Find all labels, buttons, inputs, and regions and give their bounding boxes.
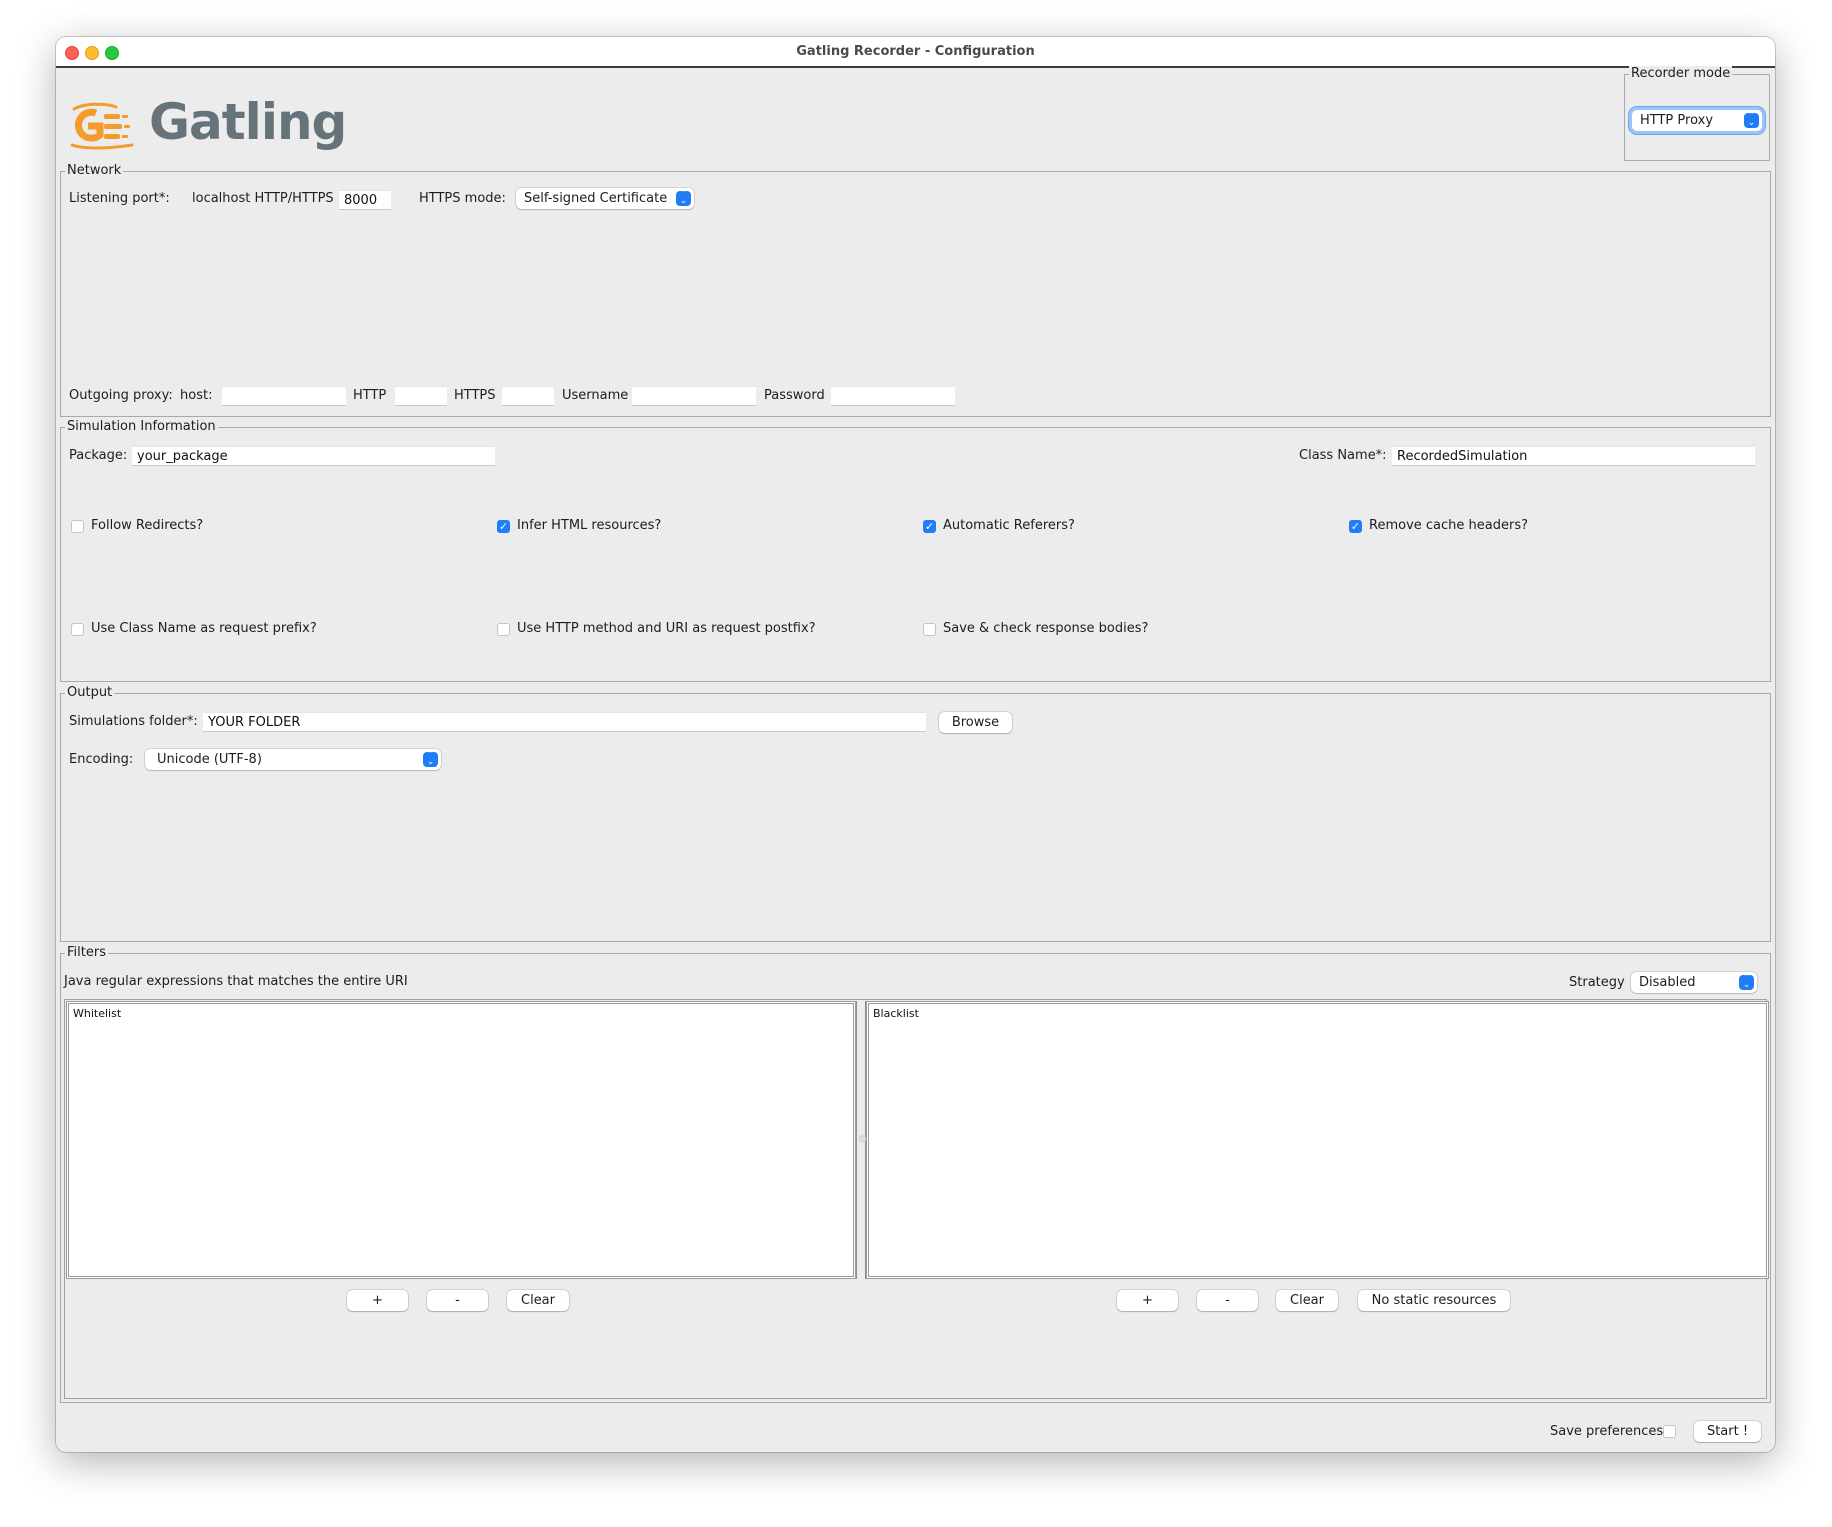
https-mode-value: Self-signed Certificate — [524, 191, 668, 206]
whitelist-clear-button[interactable]: Clear — [507, 1290, 569, 1311]
class-name-prefix-checkbox[interactable] — [71, 623, 84, 636]
blacklist-table[interactable]: Blacklist — [866, 1001, 1769, 1279]
proxy-password-label: Password — [764, 388, 825, 403]
whitelist-header: Whitelist — [73, 1007, 122, 1020]
proxy-http-label: HTTP — [353, 388, 387, 403]
class-name-input[interactable]: RecordedSimulation — [1392, 446, 1755, 466]
save-preferences-label: Save preferences — [1550, 1424, 1664, 1439]
gatling-logo-icon — [70, 102, 134, 150]
proxy-http-port-input[interactable] — [395, 386, 447, 406]
window-title: Gatling Recorder - Configuration — [796, 44, 1035, 59]
recorder-mode-value: HTTP Proxy — [1640, 113, 1714, 128]
follow-redirects-checkbox[interactable] — [71, 520, 84, 533]
strategy-select[interactable]: Disabled ⌃ ⌄ — [1631, 972, 1757, 993]
infer-html-label: Infer HTML resources? — [517, 518, 662, 533]
list-splitter[interactable] — [856, 1001, 866, 1279]
proxy-host-input[interactable] — [222, 386, 346, 406]
proxy-password-input[interactable] — [831, 386, 955, 406]
class-name-label: Class Name*: — [1299, 448, 1387, 463]
gatling-logo: Gatling — [66, 93, 347, 155]
whitelist-remove-button[interactable]: - — [427, 1290, 488, 1311]
remove-cache-headers-label: Remove cache headers? — [1369, 518, 1528, 533]
recorder-mode-legend: Recorder mode — [1629, 66, 1733, 81]
proxy-username-input[interactable] — [632, 386, 756, 406]
select-arrows-icon: ⌃ ⌄ — [676, 190, 691, 206]
package-input[interactable]: your_package — [132, 446, 495, 466]
https-mode-select[interactable]: Self-signed Certificate ⌃ ⌄ — [516, 188, 694, 209]
class-name-prefix-label: Use Class Name as request prefix? — [91, 621, 317, 636]
start-button[interactable]: Start ! — [1694, 1421, 1761, 1442]
network-legend: Network — [65, 163, 124, 178]
simulations-folder-label: Simulations folder*: — [69, 714, 198, 729]
output-legend: Output — [65, 685, 115, 700]
outgoing-proxy-label: Outgoing proxy: — [69, 388, 173, 403]
encoding-label: Encoding: — [69, 752, 134, 767]
encoding-select[interactable]: Unicode (UTF-8) ⌃ ⌄ — [145, 749, 441, 770]
https-mode-label: HTTPS mode: — [419, 191, 506, 206]
select-arrows-icon: ⌃ ⌄ — [1739, 974, 1754, 990]
encoding-value: Unicode (UTF-8) — [157, 752, 262, 767]
blacklist-remove-button[interactable]: - — [1197, 1290, 1258, 1311]
network-group: Network — [60, 163, 1771, 417]
filters-legend: Filters — [65, 945, 108, 960]
save-response-bodies-label: Save & check response bodies? — [943, 621, 1149, 636]
localhost-label: localhost HTTP/HTTPS — [192, 191, 334, 206]
splitter-grip-icon — [858, 1135, 866, 1143]
package-label: Package: — [69, 448, 128, 463]
blacklist-clear-button[interactable]: Clear — [1276, 1290, 1338, 1311]
strategy-label: Strategy — [1569, 975, 1625, 990]
automatic-referers-checkbox[interactable]: ✓ — [923, 520, 936, 533]
save-response-bodies-checkbox[interactable] — [923, 623, 936, 636]
blacklist-add-button[interactable]: + — [1117, 1290, 1178, 1311]
recorder-mode-select[interactable]: HTTP Proxy ⌃ ⌄ — [1632, 110, 1762, 131]
proxy-username-label: Username — [562, 388, 629, 403]
listening-port-label: Listening port*: — [69, 191, 170, 206]
no-static-resources-button[interactable]: No static resources — [1358, 1290, 1510, 1311]
recorder-window: Gatling Recorder - Configuration Gatling… — [56, 37, 1775, 1452]
remove-cache-headers-checkbox[interactable]: ✓ — [1349, 520, 1362, 533]
browse-button[interactable]: Browse — [939, 712, 1012, 733]
automatic-referers-label: Automatic Referers? — [943, 518, 1075, 533]
whitelist-table[interactable]: Whitelist — [66, 1001, 856, 1279]
http-method-postfix-label: Use HTTP method and URI as request postf… — [517, 621, 816, 636]
save-preferences-checkbox[interactable] — [1663, 1425, 1676, 1438]
logo-text: Gatling — [149, 93, 347, 151]
proxy-https-port-input[interactable] — [502, 386, 554, 406]
simulations-folder-input[interactable]: YOUR FOLDER — [203, 712, 926, 732]
listening-port-input[interactable]: 8000 — [339, 190, 391, 210]
blacklist-header: Blacklist — [873, 1007, 919, 1020]
proxy-host-label: host: — [180, 388, 213, 403]
proxy-https-label: HTTPS — [454, 388, 496, 403]
filters-description: Java regular expressions that matches th… — [64, 974, 408, 989]
title-bar: Gatling Recorder - Configuration — [56, 37, 1775, 68]
select-arrows-icon: ⌃ ⌄ — [1744, 112, 1759, 128]
simulation-info-legend: Simulation Information — [65, 419, 218, 434]
whitelist-add-button[interactable]: + — [347, 1290, 408, 1311]
strategy-value: Disabled — [1639, 975, 1696, 990]
infer-html-checkbox[interactable]: ✓ — [497, 520, 510, 533]
follow-redirects-label: Follow Redirects? — [91, 518, 204, 533]
select-arrows-icon: ⌃ ⌄ — [423, 751, 438, 767]
http-method-postfix-checkbox[interactable] — [497, 623, 510, 636]
